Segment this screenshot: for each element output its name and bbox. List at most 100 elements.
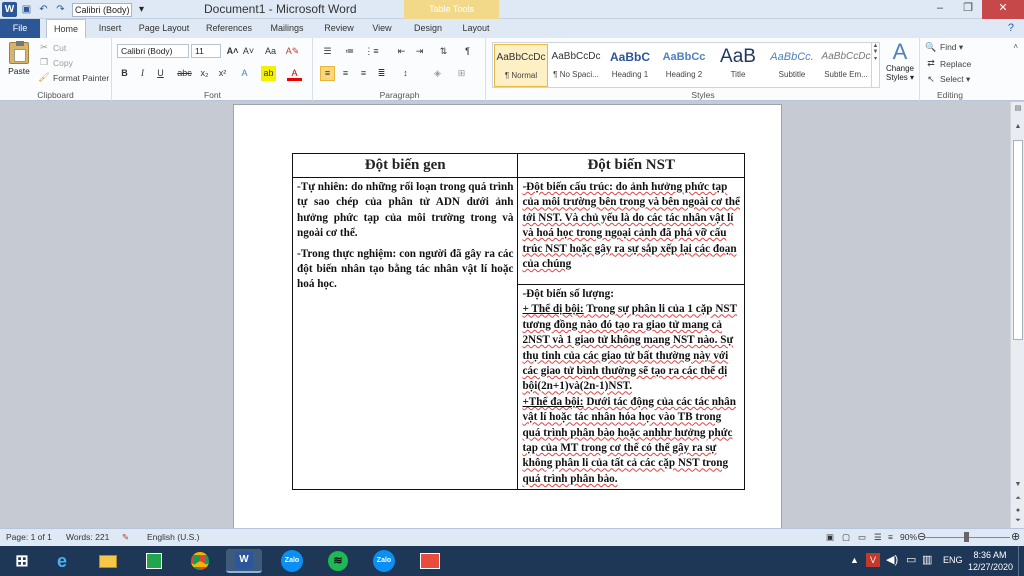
zoom-slider-handle[interactable] [964,532,969,542]
tab-references[interactable]: References [200,19,258,38]
input-language[interactable]: ENG [943,555,963,576]
tab-layout[interactable]: Layout [455,19,497,38]
store-icon[interactable] [136,549,172,573]
word-app-icon[interactable]: W [2,2,17,17]
styles-scroll-icon[interactable]: ▲ ▼ ▾ [871,43,879,87]
style-heading-2[interactable]: AaBbCc Heading 2 [657,44,711,87]
style-title[interactable]: AaB Title [711,44,765,87]
find-button[interactable]: 🔍 Find ▾ [925,42,963,53]
style-heading-1[interactable]: AaBbC Heading 1 [603,44,657,87]
redo-icon[interactable]: ↷ [53,2,68,17]
full-screen-icon[interactable]: ▢ [842,532,850,543]
clear-formatting-icon[interactable]: A✎ [285,44,300,59]
subscript-icon[interactable]: x₂ [197,66,212,81]
font-color-icon[interactable]: A [287,66,302,81]
qat-customize-icon[interactable]: ▾ [134,2,149,17]
word-taskbar-icon[interactable]: W [226,549,262,573]
document-page[interactable]: Đột biến gen Đột biến NST -Tự nhiên: do … [233,104,782,528]
shading-icon[interactable]: ◈ [430,66,445,81]
qat-font-box[interactable]: Calibri (Body) [72,2,132,17]
format-painter-button[interactable]: 🖌 Format Painter [38,72,109,83]
align-right-icon[interactable]: ≡ [356,66,371,81]
align-center-icon[interactable]: ≡ [338,66,353,81]
help-icon[interactable]: ? [1008,22,1014,34]
tab-home[interactable]: Home [46,19,86,38]
battery-icon[interactable]: ▭ [906,553,916,576]
undo-icon[interactable]: ↶ [36,2,51,17]
increase-indent-icon[interactable]: ⇥ [412,44,427,59]
style-normal[interactable]: AaBbCcDc ¶ Normal [494,44,548,87]
decrease-indent-icon[interactable]: ⇤ [394,44,409,59]
replace-button[interactable]: ⇄ Replace [925,58,971,69]
multilevel-list-icon[interactable]: ⋮≡ [364,44,379,59]
cut-button[interactable]: ✂ Cut [38,42,66,53]
clock[interactable]: 8:36 AM 12/27/2020 [968,549,1013,576]
save-icon[interactable]: ▣ [19,2,34,17]
justify-icon[interactable]: ≣ [374,66,389,81]
underline-icon[interactable]: U [153,66,168,81]
font-family-select[interactable]: Calibri (Body) [117,44,189,58]
bold-icon[interactable]: B [117,66,132,81]
tab-insert[interactable]: Insert [90,19,130,38]
style-subtitle[interactable]: AaBbCc. Subtitle [765,44,819,87]
copy-button[interactable]: ❐ Copy [38,57,73,68]
show-marks-icon[interactable]: ¶ [460,44,475,59]
internet-explorer-icon[interactable]: e [44,549,80,573]
prev-page-icon[interactable]: ⏶ [1013,494,1023,504]
select-button[interactable]: ↖ Select ▾ [925,74,970,85]
scroll-thumb[interactable] [1013,140,1023,340]
font-size-select[interactable]: 11 [191,44,221,58]
close-button[interactable]: ✕ [982,0,1024,19]
superscript-icon[interactable]: x² [215,66,230,81]
italic-icon[interactable]: I [135,66,150,81]
ruler-toggle-icon[interactable]: ▤ [1013,104,1023,114]
align-left-icon[interactable]: ≡ [320,66,335,81]
word-count[interactable]: Words: 221 [66,532,109,542]
tab-view[interactable]: View [365,19,399,38]
structural-mutation-cell[interactable]: -Đột biến cấu trúc: do ảnh hưởng phức tạ… [517,177,745,285]
numerical-mutation-cell[interactable]: -Đột biến số lượng: + Thể dị bội: Trong … [517,283,745,491]
file-explorer-icon[interactable] [90,549,126,573]
show-hidden-icons[interactable]: ▲ [850,555,859,576]
print-layout-icon[interactable]: ▣ [826,532,834,543]
header-gene-mutation[interactable]: Đột biến gen [291,153,519,178]
bullets-icon[interactable]: ☰ [320,44,335,59]
collapse-ribbon-icon[interactable]: ˄ [1013,42,1018,51]
maximize-button[interactable]: ❐ [954,0,982,19]
network-icon[interactable]: ▥ [922,553,932,576]
zalo-icon-2[interactable]: Zalo [366,549,402,573]
change-case-icon[interactable]: Aa [263,44,278,59]
zalo-icon[interactable]: Zalo [274,549,310,573]
borders-icon[interactable]: ⊞ [454,66,469,81]
paste-button[interactable]: Paste [5,41,33,76]
text-effects-icon[interactable]: A [237,66,252,81]
proofing-icon[interactable]: ✎ [122,532,129,543]
tab-mailings[interactable]: Mailings [263,19,311,38]
start-button[interactable]: ⊞ [4,549,40,573]
language-indicator[interactable]: English (U.S.) [147,532,199,542]
zoom-level[interactable]: 90% [900,532,917,542]
outline-icon[interactable]: ☰ [874,532,882,543]
shrink-font-icon[interactable]: A˅ [241,44,256,59]
draft-icon[interactable]: ≡ [888,532,893,542]
next-page-icon[interactable]: ⏷ [1013,516,1023,526]
web-layout-icon[interactable]: ▭ [858,532,866,543]
scroll-up-icon[interactable]: ▲ [1013,122,1023,132]
highlight-color-icon[interactable]: ab [261,66,276,81]
show-desktop-button[interactable] [1018,546,1024,576]
volume-icon[interactable]: ◀) [886,553,898,576]
tab-design[interactable]: Design [406,19,450,38]
style-subtle-emphasis[interactable]: AaBbCcDc Subtle Em... [819,44,873,87]
scroll-down-icon[interactable]: ▼ [1013,480,1023,490]
chrome-icon[interactable] [182,549,218,573]
zoom-in-icon[interactable]: ⊕ [1011,530,1020,543]
minimize-button[interactable]: – [926,0,954,19]
change-styles-button[interactable]: A Change Styles ▾ [882,40,918,83]
vertical-scrollbar[interactable]: ▤ ▲ ▼ ⏶ ● ⏷ [1010,102,1024,528]
numbering-icon[interactable]: ≔ [342,44,357,59]
tab-page-layout[interactable]: Page Layout [134,19,194,38]
line-spacing-icon[interactable]: ↕ [398,66,413,81]
browse-object-icon[interactable]: ● [1013,506,1023,516]
sort-icon[interactable]: ⇅ [436,44,451,59]
style-no-spacing[interactable]: AaBbCcDc ¶ No Spaci... [549,44,603,87]
